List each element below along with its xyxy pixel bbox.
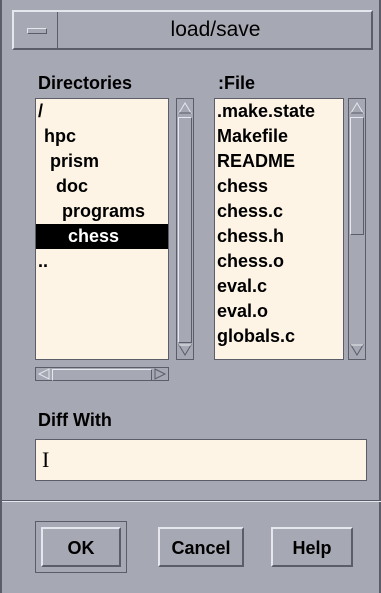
- file-item[interactable]: globals.c: [215, 324, 343, 349]
- file-heading: :File: [218, 73, 256, 93]
- ok-button[interactable]: OK: [41, 527, 121, 567]
- window-title: load/save: [170, 18, 261, 41]
- cancel-button[interactable]: Cancel: [158, 527, 244, 567]
- scroll-down-arrow-icon[interactable]: [349, 343, 365, 357]
- scroll-up-arrow-icon[interactable]: [349, 101, 365, 115]
- directories-horizontal-scrollbar[interactable]: [35, 367, 169, 381]
- file-item[interactable]: chess.h: [215, 224, 343, 249]
- directories-list[interactable]: / hpc prism doc programs chess..: [35, 98, 169, 360]
- diff-with-input[interactable]: I: [35, 439, 367, 481]
- directories-heading: Directories: [38, 73, 133, 93]
- window-menu-icon: [27, 28, 47, 34]
- directory-item[interactable]: prism: [36, 149, 168, 174]
- files-vertical-scrollbar[interactable]: [348, 98, 366, 360]
- directory-item[interactable]: doc: [36, 174, 168, 199]
- directories-vertical-scrollbar[interactable]: [176, 98, 194, 360]
- file-item[interactable]: Makefile: [215, 124, 343, 149]
- directory-item[interactable]: chess: [36, 224, 168, 249]
- diff-with-label: Diff With: [38, 410, 112, 430]
- help-button[interactable]: Help: [271, 527, 353, 567]
- window-menu-button[interactable]: [14, 12, 58, 48]
- directories-hscroll-thumb[interactable]: [52, 369, 152, 381]
- file-item[interactable]: eval.c: [215, 274, 343, 299]
- file-item[interactable]: chess.o: [215, 249, 343, 274]
- file-item[interactable]: .make.state: [215, 99, 343, 124]
- load-save-dialog: load/save Directories :File / hpc prism doc…: [0, 0, 381, 593]
- title-bar[interactable]: load/save: [12, 10, 373, 50]
- files-scroll-thumb[interactable]: [350, 117, 364, 235]
- file-item[interactable]: chess: [215, 174, 343, 199]
- directory-item[interactable]: ..: [36, 249, 168, 274]
- text-cursor: I: [42, 447, 50, 472]
- file-item[interactable]: eval.o: [215, 299, 343, 324]
- directory-item[interactable]: programs: [36, 199, 168, 224]
- scroll-down-arrow-icon[interactable]: [177, 343, 193, 357]
- directory-item[interactable]: hpc: [36, 124, 168, 149]
- scroll-left-arrow-icon[interactable]: [37, 368, 51, 380]
- scroll-right-arrow-icon[interactable]: [153, 368, 167, 380]
- file-item[interactable]: README: [215, 149, 343, 174]
- directory-item[interactable]: /: [36, 99, 168, 124]
- button-separator: [2, 500, 381, 502]
- directories-scroll-thumb[interactable]: [178, 117, 192, 343]
- files-list[interactable]: .make.state Makefile README chess chess.c che…: [214, 98, 344, 360]
- file-item[interactable]: chess.c: [215, 199, 343, 224]
- scroll-up-arrow-icon[interactable]: [177, 101, 193, 115]
